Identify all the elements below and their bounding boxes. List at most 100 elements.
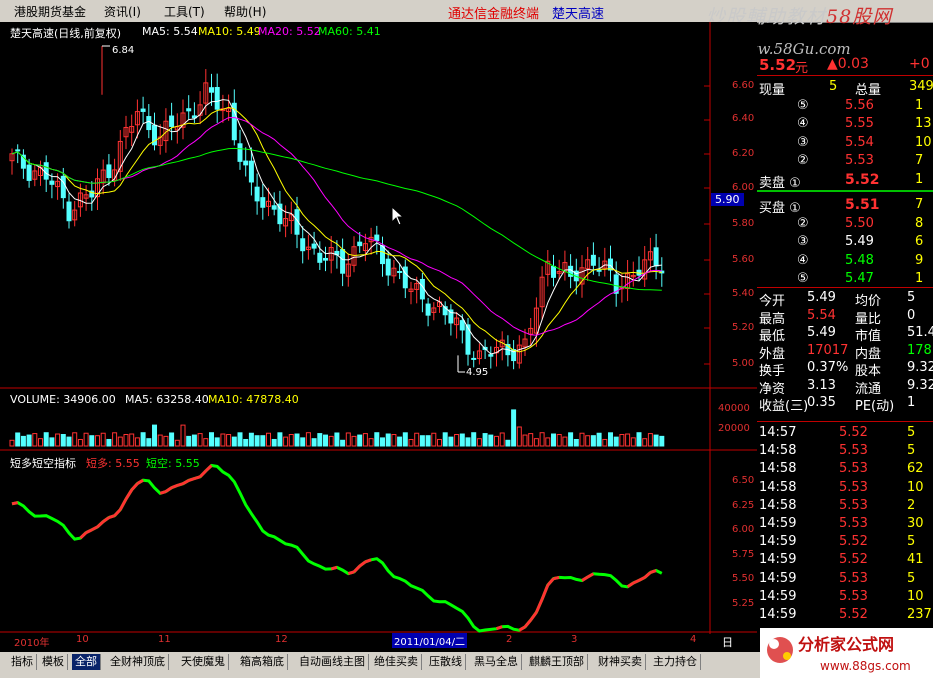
stat-label: PE(动) xyxy=(855,399,895,414)
ask-level-label: 卖盘 ① xyxy=(759,175,801,191)
ask-volume: 1 xyxy=(915,97,924,113)
volume-bar xyxy=(209,432,214,447)
ask-price: 5.54 xyxy=(845,134,874,150)
bid-price: 5.51 xyxy=(845,197,880,213)
bid-volume: 7 xyxy=(915,197,924,212)
chart-area[interactable]: 楚天高速(日线,前复权) MA5: 5.54 MA10: 5.49 MA20: … xyxy=(0,22,757,652)
volume-bar xyxy=(20,435,26,447)
tab-5[interactable]: 箱高箱底 xyxy=(237,654,288,670)
y-tick: 5.60 xyxy=(732,254,755,265)
ask-price: 5.52 xyxy=(845,171,880,188)
volume-bar xyxy=(459,433,465,447)
volume-bar xyxy=(340,439,346,447)
price-change-pct: +0 xyxy=(909,56,930,72)
volume-bar xyxy=(231,436,237,447)
tick-time: 14:59 xyxy=(759,607,797,622)
ma60-label: MA60: 5.41 xyxy=(318,25,381,38)
volume-bar xyxy=(596,432,602,447)
tick-row: 14:58 5.53 62 xyxy=(757,460,933,478)
stock-name-title: 楚天高速 xyxy=(552,7,605,22)
stat-value: 9.32 xyxy=(907,360,933,375)
bid-volume: 6 xyxy=(915,234,924,249)
tab-0[interactable]: 指标 xyxy=(8,654,37,670)
tab-1[interactable]: 模板 xyxy=(39,654,68,670)
volume-bar xyxy=(15,432,21,447)
tick-time: 14:59 xyxy=(759,516,797,531)
menu-help[interactable]: 帮助(H) xyxy=(224,3,266,20)
tab-9[interactable]: 黑马全息 xyxy=(471,654,522,670)
tab-10[interactable]: 麒麟王顶部 xyxy=(526,654,588,670)
volume-bar xyxy=(186,435,192,447)
menu-news[interactable]: 资讯(I) xyxy=(104,3,141,20)
tick-row: 14:59 5.53 5 xyxy=(757,570,933,588)
indicator-long-segment xyxy=(193,475,201,480)
x-axis-label: 3 xyxy=(571,634,578,645)
tick-row: 14:58 5.53 2 xyxy=(757,497,933,515)
stat-value: 5.49 xyxy=(807,325,836,340)
tab-3[interactable]: 全财神顶底 xyxy=(107,654,169,670)
candle-down xyxy=(374,234,380,242)
menu-hk-futures[interactable]: 港股期货基金 xyxy=(14,3,86,20)
kline-chart[interactable] xyxy=(0,22,757,652)
volume-bar xyxy=(551,433,556,447)
ask-volume: 1 xyxy=(915,171,924,187)
tab-2[interactable]: 全部 xyxy=(72,654,101,670)
indicator-long-segment xyxy=(176,482,184,487)
volume-bar xyxy=(374,432,380,447)
candle-down xyxy=(488,354,494,357)
indicator-long-label: 短多: 5.55 xyxy=(86,457,140,470)
y-tick: 6.60 xyxy=(732,80,755,91)
tab-4[interactable]: 天使魔鬼 xyxy=(178,654,229,670)
high-price-label: 6.84 xyxy=(112,45,135,56)
volume-bar xyxy=(254,435,260,447)
bid-level-label: ② xyxy=(797,215,809,231)
candle-down xyxy=(596,269,602,272)
watermark-bottom: 分析家公式网 www.88gs.com xyxy=(760,628,933,678)
stat-value: 5 xyxy=(907,290,916,305)
bid-row: 买盘 ① 5.51 7 xyxy=(757,196,933,216)
candle-down xyxy=(471,357,477,360)
candle-down xyxy=(237,143,243,162)
menu-tools[interactable]: 工具(T) xyxy=(164,3,205,20)
ask-row: ⑤ 5.56 1 xyxy=(757,97,933,115)
tick-price: 5.53 xyxy=(839,479,868,495)
ask-volume: 10 xyxy=(915,134,932,150)
cursor-price-tag: 5.90 xyxy=(711,193,744,206)
candle-down xyxy=(340,249,346,274)
tab-11[interactable]: 财神买卖 xyxy=(595,654,646,670)
tab-12[interactable]: 主力持仓 xyxy=(650,654,701,670)
tick-time: 14:59 xyxy=(759,534,797,550)
volume-bar xyxy=(659,435,665,447)
tab-6[interactable]: 自动画线主图 xyxy=(296,654,369,670)
x-axis-cursor-date: 2011/01/04/二 xyxy=(392,633,468,648)
indicator-y-tick: 6.00 xyxy=(732,524,755,535)
period-day-label[interactable]: 日 xyxy=(722,634,733,650)
tick-row: 14:57 5.52 5 xyxy=(757,424,933,442)
tick-price: 5.53 xyxy=(839,497,868,513)
volume-bar xyxy=(419,435,425,447)
volume-bar xyxy=(442,432,448,447)
indicator-long-segment xyxy=(11,501,19,506)
tick-row: 14:58 5.53 10 xyxy=(757,479,933,497)
tab-8[interactable]: 压散线 xyxy=(426,654,466,670)
tab-7[interactable]: 绝佳买卖 xyxy=(371,654,422,670)
tick-price: 5.52 xyxy=(839,534,868,550)
candle-down xyxy=(146,116,152,131)
volume-now-value: 5 xyxy=(829,79,838,94)
volume-header: VOLUME: 34906.00 xyxy=(10,393,116,406)
quote-panel: 5.52 元 ▲0.03 +0 现量 5 总量 349 ⑤ 5.56 1 ④ 5.55 13 ③ 5.… xyxy=(757,56,933,652)
volume-bar xyxy=(653,434,659,447)
candle-down xyxy=(551,265,556,278)
volume-bar xyxy=(49,437,55,447)
bid-row: ⑤ 5.47 1 xyxy=(757,270,933,288)
stat-row: 最高 5.54 量比 0 xyxy=(757,307,933,327)
candle-down xyxy=(26,164,32,181)
indicator-long-segment xyxy=(108,514,116,519)
ask-level-label: ④ xyxy=(797,116,809,131)
candle-down xyxy=(214,87,220,110)
candle-down xyxy=(385,258,391,276)
tick-row: 14:59 5.53 10 xyxy=(757,588,933,606)
tick-price: 5.52 xyxy=(839,552,868,568)
volume-bar xyxy=(146,438,152,447)
last-price: 5.52 xyxy=(759,56,797,74)
